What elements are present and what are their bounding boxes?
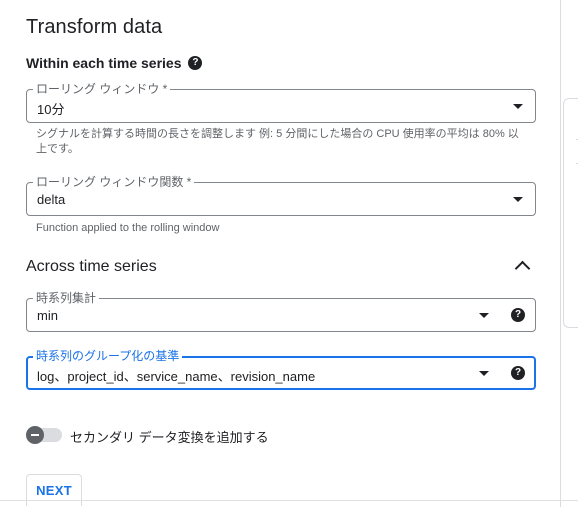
arrow-drop-down-icon[interactable] bbox=[513, 197, 523, 202]
rolling-window-function-select[interactable]: ローリング ウィンドウ関数 * delta bbox=[26, 175, 536, 216]
rolling-window-label: ローリング ウィンドウ * bbox=[33, 82, 171, 96]
help-icon[interactable]: ? bbox=[511, 308, 525, 322]
rolling-window-hint: シグナルを計算する時間の長さを調整します 例: 5 分間にした場合の CPU 使… bbox=[36, 128, 519, 155]
rolling-window-value: 10分 bbox=[37, 102, 65, 117]
secondary-transform-label: セカンダリ データ変換を追加する bbox=[70, 430, 269, 445]
chevron-up-icon[interactable] bbox=[514, 260, 531, 277]
group-by-select[interactable]: 時系列のグループ化の基準 log、project_id、service_name… bbox=[26, 349, 536, 390]
rolling-window-function-hint: Function applied to the rolling window bbox=[36, 222, 220, 234]
next-button[interactable]: NEXT bbox=[26, 474, 82, 506]
panel-title: Transform data bbox=[26, 16, 163, 38]
arrow-drop-down-icon[interactable] bbox=[513, 104, 523, 109]
help-icon[interactable]: ? bbox=[511, 366, 525, 380]
rolling-window-function-value: delta bbox=[37, 192, 66, 207]
aggregation-label: 時系列集計 bbox=[33, 291, 100, 305]
across-time-series-heading: Across time series bbox=[26, 258, 157, 275]
secondary-transform-toggle[interactable] bbox=[26, 426, 62, 444]
time-series-aggregation-select[interactable]: 時系列集計 min ? bbox=[26, 291, 536, 332]
rolling-window-select[interactable]: ローリング ウィンドウ * 10分 bbox=[26, 82, 536, 123]
group-by-label: 時系列のグループ化の基準 bbox=[33, 349, 183, 363]
help-icon[interactable]: ? bbox=[188, 56, 203, 70]
bottom-divider bbox=[0, 500, 578, 501]
arrow-drop-down-icon[interactable] bbox=[479, 371, 489, 376]
within-time-series-label: Within each time series bbox=[26, 55, 182, 71]
group-by-value: log、project_id、service_name、revision_nam… bbox=[37, 369, 316, 384]
aggregation-value: min bbox=[37, 308, 58, 323]
rolling-window-function-label: ローリング ウィンドウ関数 * bbox=[33, 175, 195, 189]
toggle-thumb bbox=[26, 426, 44, 444]
within-time-series-heading: Within each time series ? bbox=[26, 55, 203, 71]
arrow-drop-down-icon[interactable] bbox=[479, 313, 489, 318]
background-panel-edge bbox=[563, 98, 578, 328]
transform-data-panel: Transform data Within each time series ?… bbox=[0, 0, 561, 507]
